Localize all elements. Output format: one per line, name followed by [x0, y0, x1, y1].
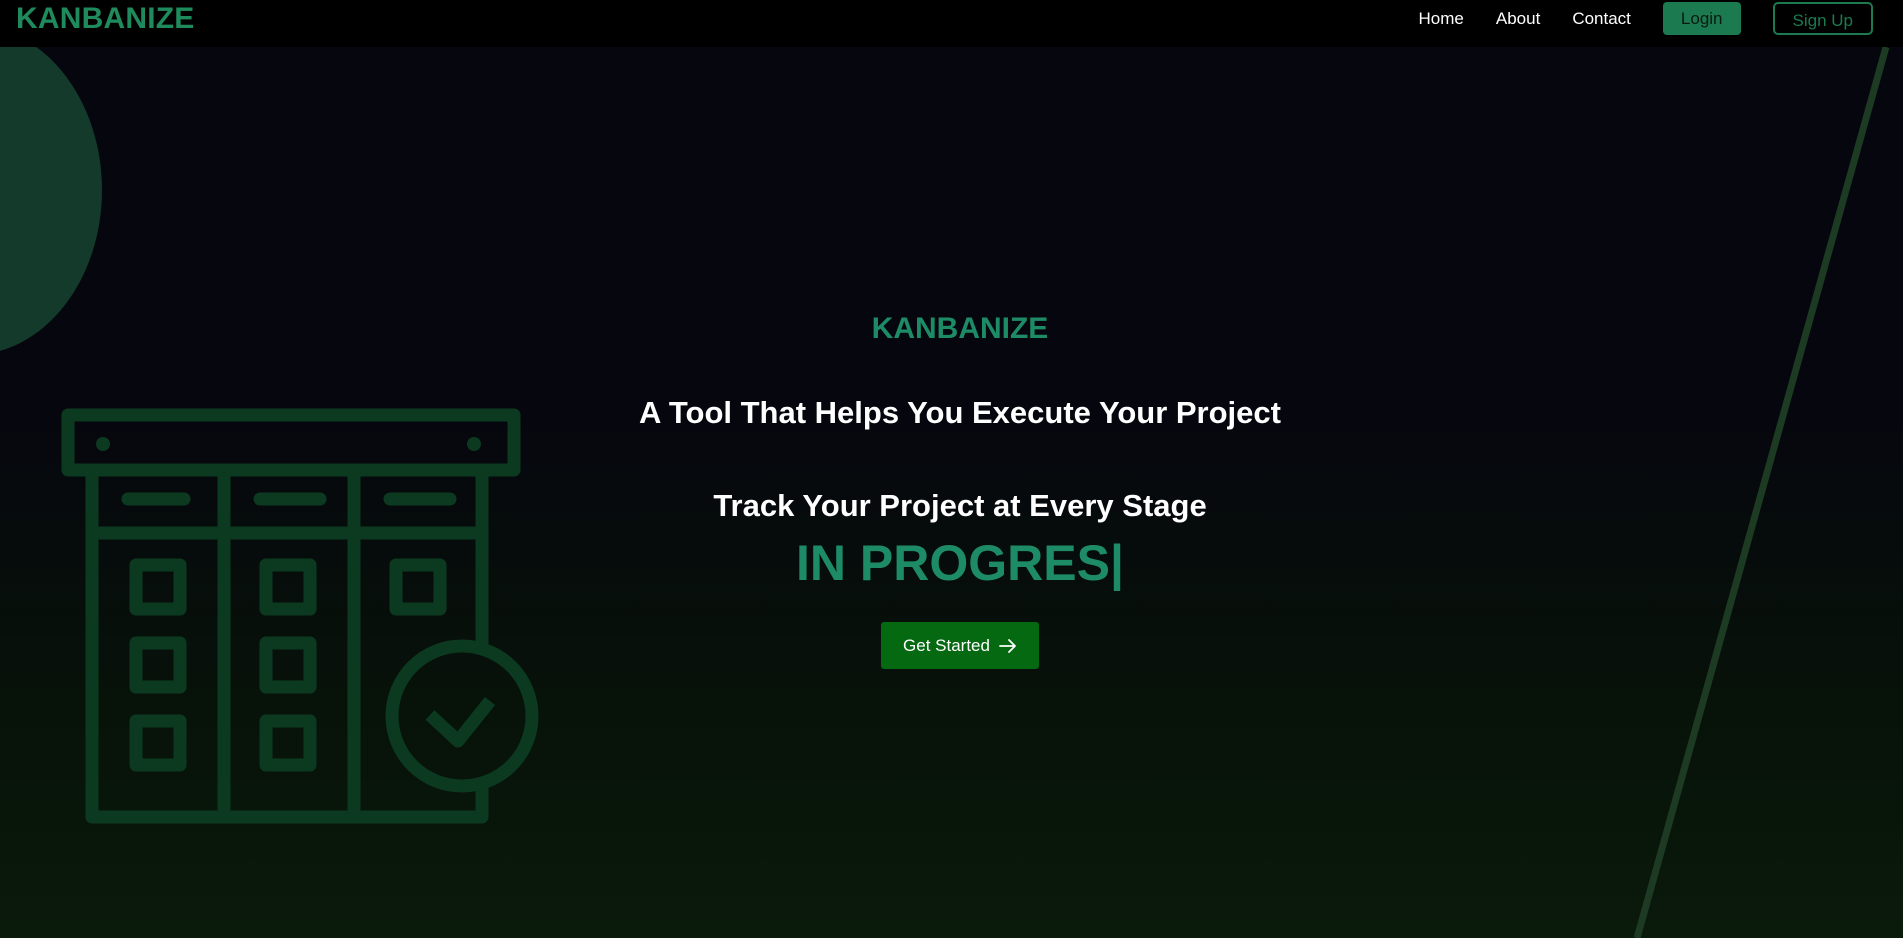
- nav-link-contact[interactable]: Contact: [1572, 9, 1631, 29]
- hero-title: A Tool That Helps You Execute Your Proje…: [639, 395, 1281, 430]
- typing-cursor: |: [1109, 535, 1124, 591]
- get-started-button[interactable]: Get Started: [881, 622, 1039, 669]
- signup-button[interactable]: Sign Up: [1772, 2, 1873, 35]
- hero-section: KANBANIZE A Tool That Helps You Execute …: [0, 0, 1903, 938]
- hero-subtitle: Track Your Project at Every Stage: [713, 488, 1207, 523]
- landing-page: KANBANIZE Home About Contact Login Sign …: [0, 0, 1903, 938]
- nav-links: Home About Contact Login Sign Up: [1419, 0, 1873, 37]
- typing-word: IN PROGRES: [796, 535, 1110, 591]
- brand-logo[interactable]: KANBANIZE: [16, 3, 194, 35]
- login-button[interactable]: Login: [1662, 2, 1741, 35]
- typing-text: IN PROGRES|: [0, 534, 1903, 592]
- arrow-right-icon: [999, 638, 1016, 653]
- get-started-label: Get Started: [903, 635, 990, 655]
- nav-link-about[interactable]: About: [1496, 9, 1540, 29]
- navbar: KANBANIZE Home About Contact Login Sign …: [0, 0, 1903, 47]
- nav-link-home[interactable]: Home: [1419, 9, 1464, 29]
- hero-brand: KANBANIZE: [871, 312, 1049, 345]
